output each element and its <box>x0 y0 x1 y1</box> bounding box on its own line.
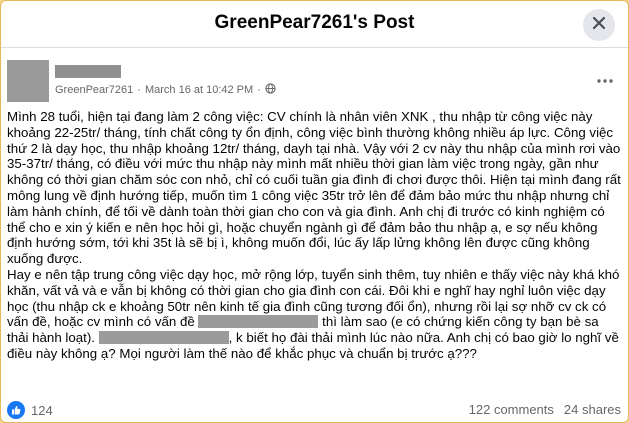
close-icon <box>592 16 606 35</box>
post-paragraph-2: Hay e nên tập trung công việc dạy học, m… <box>7 267 623 362</box>
reaction-count: 124 <box>31 402 53 418</box>
close-button[interactable] <box>583 9 615 41</box>
redacted-name <box>55 65 121 78</box>
post-stats: 122 comments 24 shares <box>469 402 621 417</box>
post-meta: GreenPear7261 · March 16 at 10:42 PM · <box>55 83 276 97</box>
like-icon <box>7 401 25 419</box>
post-dialog: GreenPear7261's Post GreenPear7261 · Mar… <box>0 0 629 423</box>
post-date[interactable]: March 16 at 10:42 PM <box>145 84 253 96</box>
post-footer: 124 122 comments 24 shares <box>7 401 621 419</box>
more-icon <box>597 70 613 88</box>
author-name[interactable]: GreenPear7261 <box>55 84 133 96</box>
meta-separator: · <box>137 84 141 96</box>
meta-separator-2: · <box>257 84 261 96</box>
more-options-button[interactable] <box>595 71 615 87</box>
avatar[interactable] <box>7 60 49 102</box>
redacted-text <box>98 331 229 345</box>
dialog-header: GreenPear7261's Post <box>1 1 628 48</box>
reactions[interactable]: 124 <box>7 401 53 419</box>
globe-icon <box>265 83 276 97</box>
post-paragraph-1: Mình 28 tuổi, hiện tại đang làm 2 công v… <box>7 109 621 267</box>
dialog-title: GreenPear7261's Post <box>214 12 415 33</box>
shares-count[interactable]: 24 shares <box>564 402 621 417</box>
redacted-text <box>198 315 319 329</box>
comments-count[interactable]: 122 comments <box>469 402 554 417</box>
post-body: Mình 28 tuổi, hiện tại đang làm 2 công v… <box>7 109 623 362</box>
